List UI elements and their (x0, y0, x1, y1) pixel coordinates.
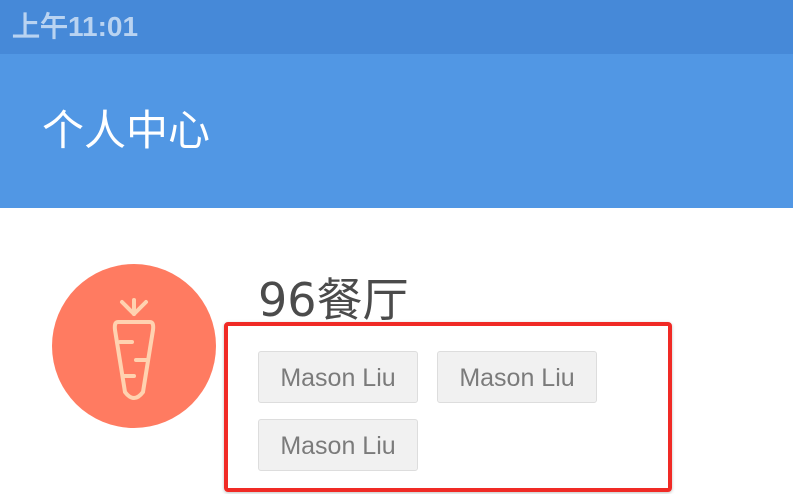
carrot-icon (112, 298, 156, 400)
avatar[interactable] (52, 264, 216, 428)
page-title: 个人中心 (42, 106, 211, 155)
tag-chip[interactable]: Mason Liu (258, 351, 418, 403)
status-time: 上午11:01 (12, 11, 139, 42)
tag-chip[interactable]: Mason Liu (437, 351, 597, 403)
app-bar: 个人中心 (0, 54, 793, 208)
tag-chip[interactable]: Mason Liu (258, 419, 418, 471)
profile-section: 96餐厅 Mason Liu Mason Liu Mason Liu (0, 208, 793, 494)
shop-name: 96餐厅 (258, 273, 409, 327)
status-bar: 上午11:01 (0, 0, 793, 54)
